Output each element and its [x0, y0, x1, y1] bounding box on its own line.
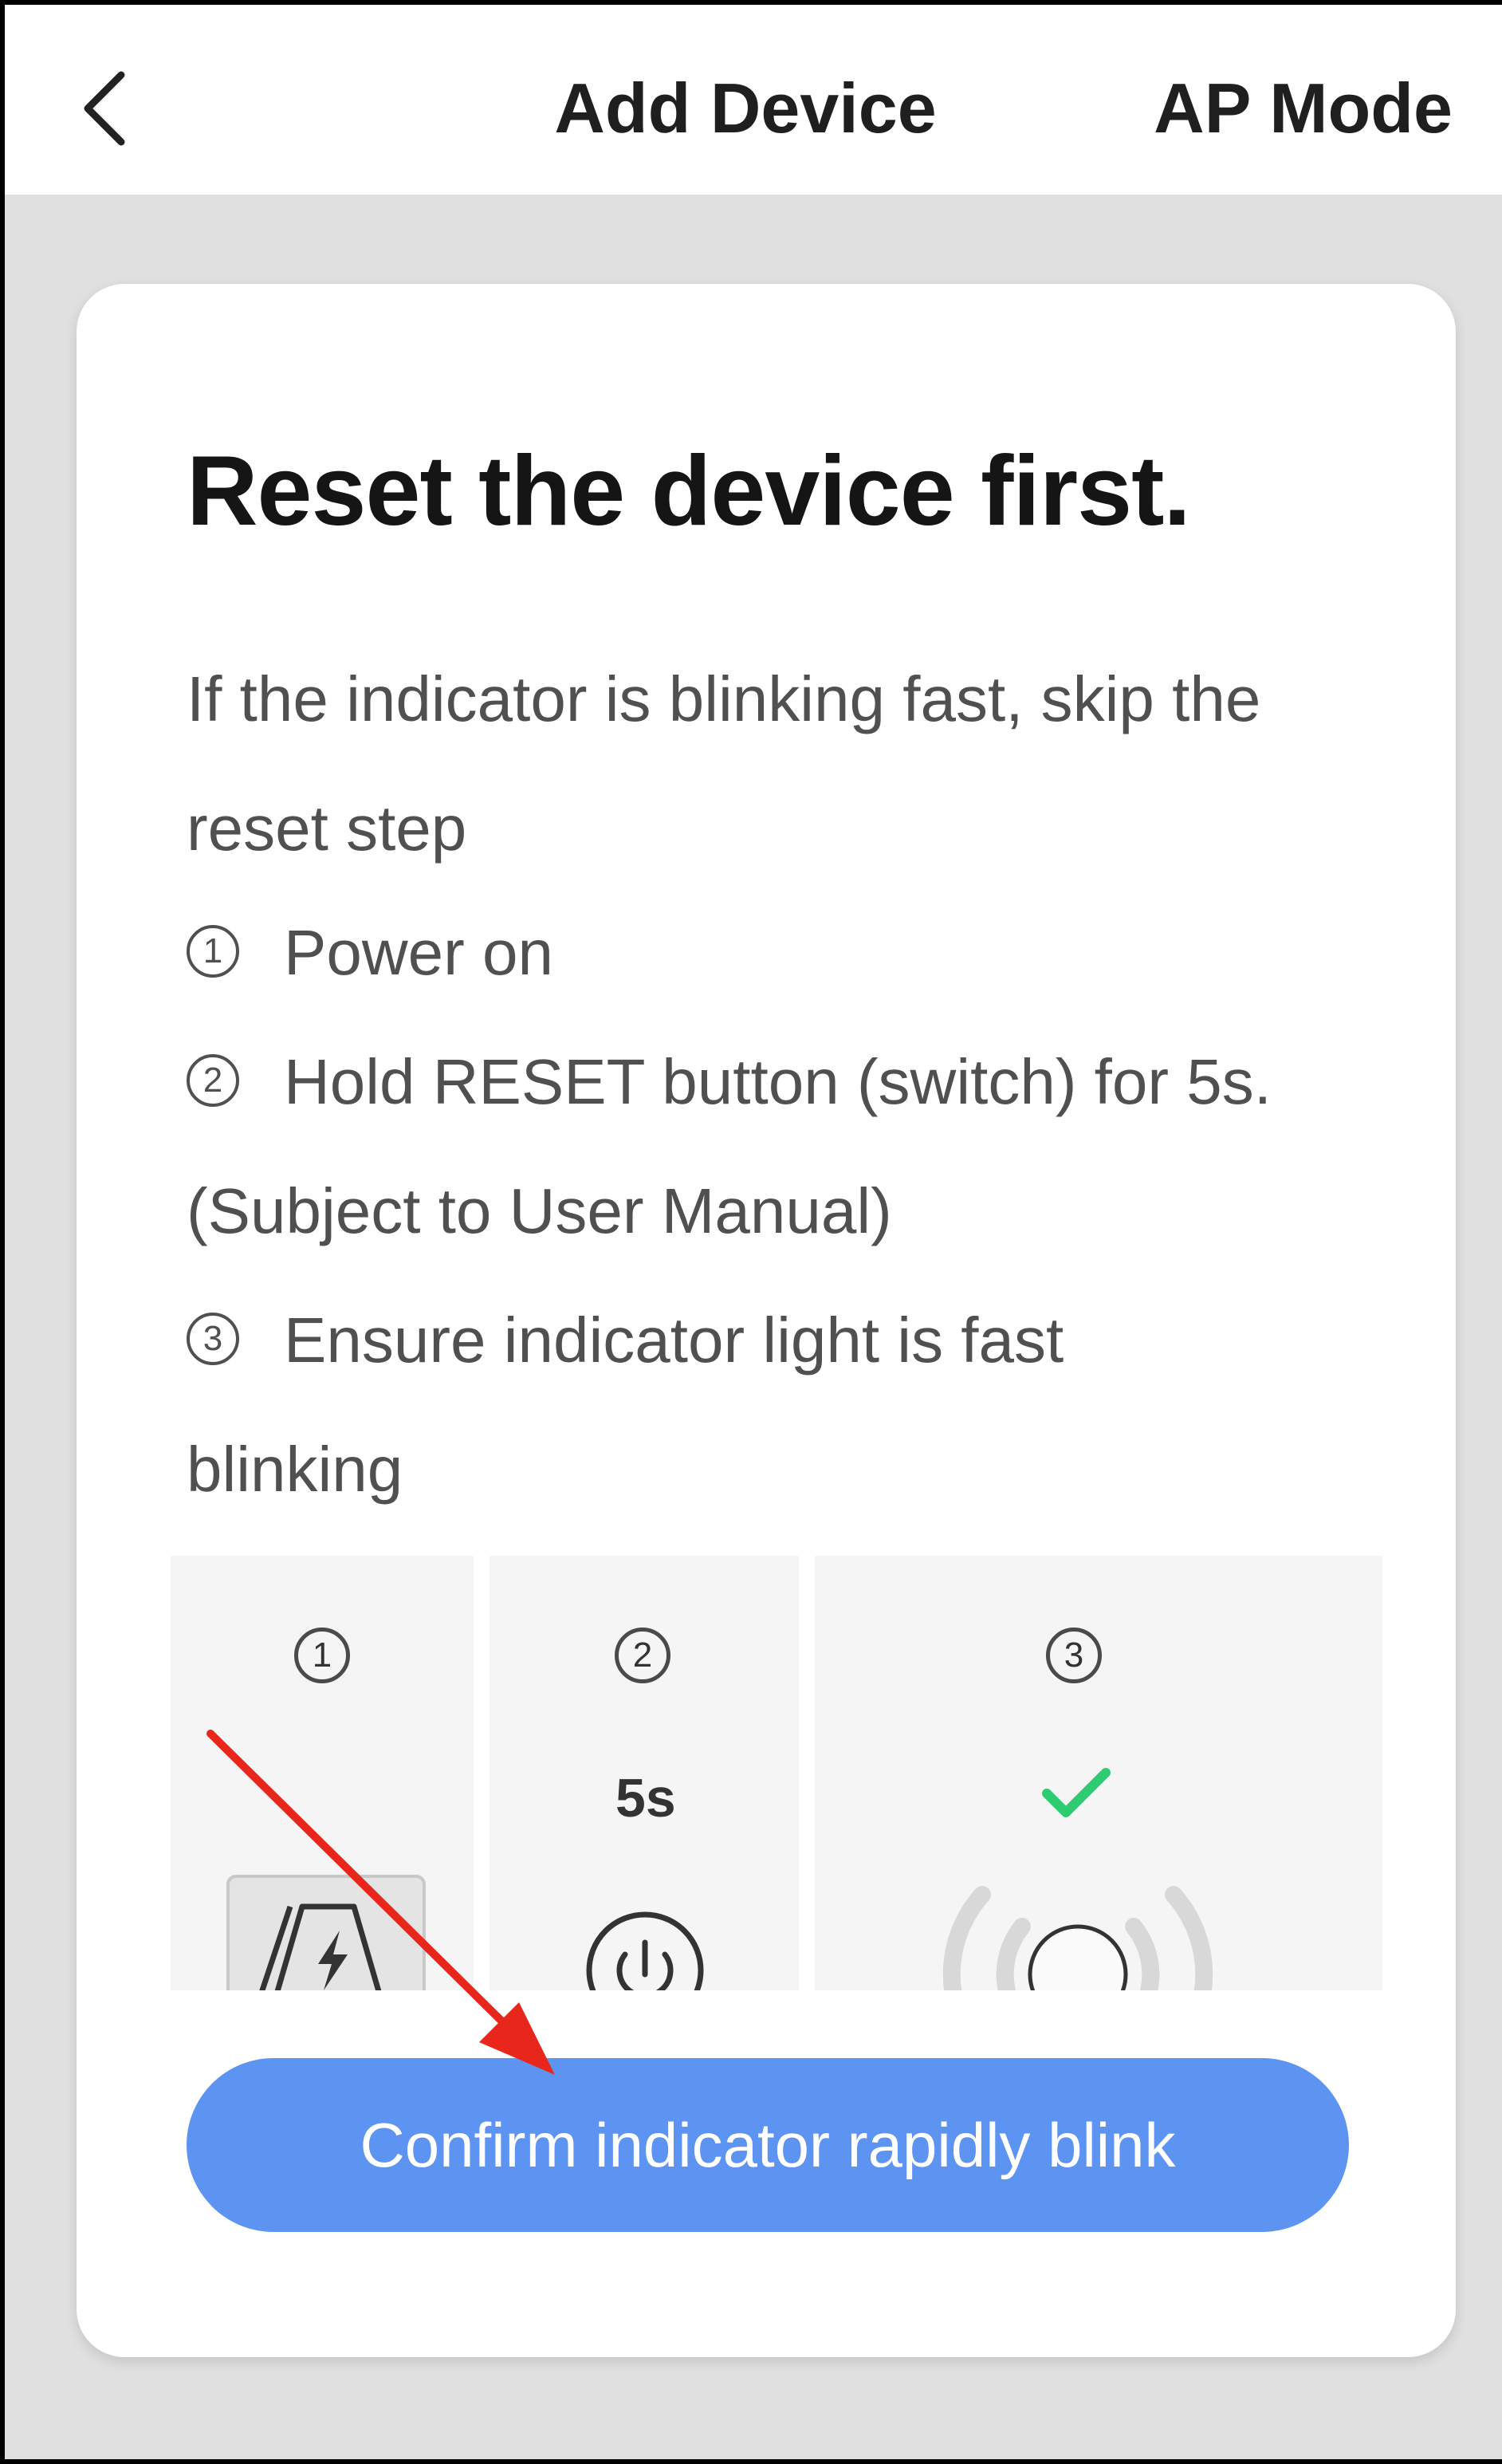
- hold-duration-label: 5s: [615, 1768, 676, 1828]
- ap-mode-button[interactable]: AP Mode: [1154, 69, 1453, 148]
- step-number-badge: 3: [187, 1312, 239, 1365]
- illustration-panel-3: 3: [815, 1556, 1382, 1990]
- step-number-badge: 1: [187, 924, 239, 978]
- checkmark-icon: [1042, 1768, 1111, 1817]
- card-title: Reset the device first.: [187, 436, 1191, 546]
- power-plug-icon: [226, 1875, 426, 1990]
- illustration-panel-1: 1: [171, 1556, 474, 1990]
- blinking-indicator-icon: [942, 1886, 1213, 1990]
- app-frame: Add Device AP Mode Reset the device firs…: [0, 0, 1502, 2464]
- step-text: Power on: [284, 917, 553, 988]
- reset-instructions-card: Reset the device first. If the indicator…: [77, 284, 1456, 2357]
- step-1: 1 Power on: [187, 888, 553, 1017]
- step-3-continuation: blinking: [187, 1434, 403, 1505]
- step-3: 3 Ensure indicator light is fast: [187, 1276, 1064, 1405]
- power-button-icon: [586, 1911, 704, 1990]
- top-navigation-bar: Add Device AP Mode: [5, 5, 1502, 195]
- step-2: 2 Hold RESET button (switch) for 5s.: [187, 1017, 1272, 1147]
- instruction-description: If the indicator is blinking fast, skip …: [187, 663, 1261, 864]
- panel-number: 2: [615, 1628, 670, 1683]
- panel-number: 3: [1046, 1628, 1102, 1683]
- step-2-continuation: (Subject to User Manual): [187, 1175, 892, 1246]
- confirm-indicator-button[interactable]: Confirm indicator rapidly blink: [187, 2058, 1349, 2232]
- step-number-badge: 2: [187, 1053, 239, 1107]
- panel-number: 1: [294, 1628, 350, 1683]
- step-text: Ensure indicator light is fast: [284, 1305, 1064, 1376]
- illustration-panel-2: 2 5s: [490, 1556, 799, 1990]
- step-text: Hold RESET button (switch) for 5s.: [284, 1046, 1272, 1117]
